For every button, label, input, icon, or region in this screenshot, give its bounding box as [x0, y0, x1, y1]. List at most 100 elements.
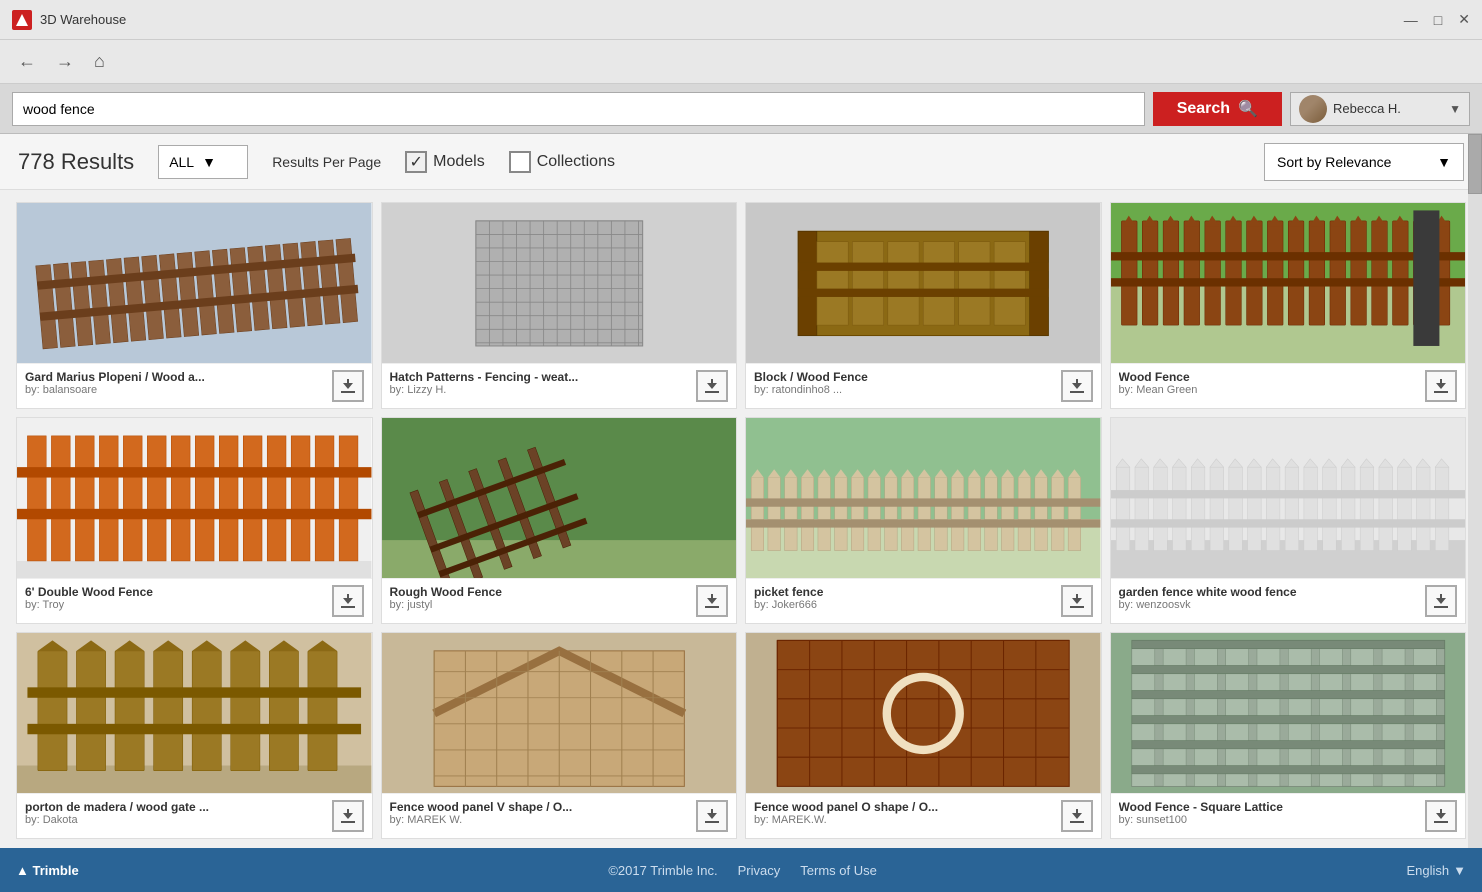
card-item[interactable]: Block / Wood Fence by: ratondinho8 ...: [745, 202, 1102, 409]
card-title: 6' Double Wood Fence: [25, 585, 285, 599]
card-item[interactable]: garden fence white wood fence by: wenzoo…: [1110, 417, 1467, 624]
card-item[interactable]: Wood Fence by: Mean Green: [1110, 202, 1467, 409]
card-author: by: MAREK W.: [390, 814, 650, 826]
nav-bar: ← → ⌂: [0, 40, 1482, 84]
card-thumbnail: [382, 203, 737, 363]
card-info: Fence wood panel O shape / O... by: MARE…: [746, 793, 1101, 838]
download-button[interactable]: [332, 370, 364, 402]
filter-bar: 778 Results ALL ▼ Results Per Page ✓ Mod…: [0, 134, 1482, 190]
card-text: Gard Marius Plopeni / Wood a... by: bala…: [25, 370, 332, 396]
models-label: Models: [433, 153, 485, 171]
card-text: Block / Wood Fence by: ratondinho8 ...: [754, 370, 1061, 396]
download-icon: [339, 377, 357, 395]
card-title: picket fence: [754, 585, 1014, 599]
all-dropdown[interactable]: ALL ▼: [158, 145, 248, 179]
card-item[interactable]: Gard Marius Plopeni / Wood a... by: bala…: [16, 202, 373, 409]
card-text: Wood Fence - Square Lattice by: sunset10…: [1119, 800, 1426, 826]
card-text: garden fence white wood fence by: wenzoo…: [1119, 585, 1426, 611]
card-thumbnail: [382, 633, 737, 793]
download-button[interactable]: [1061, 800, 1093, 832]
forward-button[interactable]: →: [50, 49, 80, 74]
card-item[interactable]: Hatch Patterns - Fencing - weat... by: L…: [381, 202, 738, 409]
download-button[interactable]: [696, 585, 728, 617]
card-author: by: sunset100: [1119, 814, 1379, 826]
main-content: Gard Marius Plopeni / Wood a... by: bala…: [0, 190, 1482, 848]
search-input[interactable]: [12, 92, 1145, 126]
sort-arrow-icon: ▼: [1437, 154, 1451, 170]
download-icon: [1432, 377, 1450, 395]
card-info: 6' Double Wood Fence by: Troy: [17, 578, 372, 623]
sort-dropdown[interactable]: Sort by Relevance ▼: [1264, 143, 1464, 181]
download-icon: [339, 592, 357, 610]
collections-checkbox[interactable]: [509, 151, 531, 173]
scrollbar-thumb[interactable]: [1468, 134, 1482, 194]
download-button[interactable]: [696, 370, 728, 402]
search-button[interactable]: Search 🔍: [1153, 92, 1282, 126]
all-arrow-icon: ▼: [202, 154, 216, 170]
card-title: Gard Marius Plopeni / Wood a...: [25, 370, 285, 384]
card-item[interactable]: Fence wood panel O shape / O... by: MARE…: [745, 632, 1102, 839]
card-item[interactable]: 6' Double Wood Fence by: Troy: [16, 417, 373, 624]
dropdown-arrow-icon: ▼: [1449, 102, 1461, 116]
card-item[interactable]: Wood Fence - Square Lattice by: sunset10…: [1110, 632, 1467, 839]
card-info: Hatch Patterns - Fencing - weat... by: L…: [382, 363, 737, 408]
download-icon: [1068, 592, 1086, 610]
download-icon: [1068, 377, 1086, 395]
window-controls: — □ ✕: [1404, 11, 1470, 28]
collections-filter[interactable]: Collections: [509, 151, 615, 173]
footer-terms-link[interactable]: Terms of Use: [800, 863, 877, 878]
title-bar-left: 3D Warehouse: [12, 10, 126, 30]
card-info: garden fence white wood fence by: wenzoo…: [1111, 578, 1466, 623]
card-text: Fence wood panel V shape / O... by: MARE…: [390, 800, 697, 826]
minimize-button[interactable]: —: [1404, 12, 1418, 28]
card-item[interactable]: Rough Wood Fence by: justyl: [381, 417, 738, 624]
footer-privacy-link[interactable]: Privacy: [738, 863, 781, 878]
download-button[interactable]: [332, 800, 364, 832]
card-author: by: wenzoosvk: [1119, 599, 1379, 611]
search-bar: Search 🔍 Rebecca H. ▼: [0, 84, 1482, 134]
card-item[interactable]: porton de madera / wood gate ... by: Dak…: [16, 632, 373, 839]
download-button[interactable]: [1061, 370, 1093, 402]
card-info: Block / Wood Fence by: ratondinho8 ...: [746, 363, 1101, 408]
models-checkbox[interactable]: ✓: [405, 151, 427, 173]
models-filter[interactable]: ✓ Models: [405, 151, 485, 173]
download-button[interactable]: [332, 585, 364, 617]
avatar: [1299, 95, 1327, 123]
card-author: by: Troy: [25, 599, 285, 611]
download-icon: [1432, 592, 1450, 610]
footer-lang-arrow-icon: ▼: [1453, 863, 1466, 878]
card-thumbnail: [746, 203, 1101, 363]
card-title: Wood Fence: [1119, 370, 1379, 384]
user-dropdown[interactable]: Rebecca H. ▼: [1290, 92, 1470, 126]
footer: ▲ Trimble ©2017 Trimble Inc. Privacy Ter…: [0, 848, 1482, 892]
download-button[interactable]: [1425, 370, 1457, 402]
card-item[interactable]: picket fence by: Joker666: [745, 417, 1102, 624]
download-button[interactable]: [1061, 585, 1093, 617]
back-button[interactable]: ←: [12, 49, 42, 74]
download-icon: [339, 807, 357, 825]
card-text: 6' Double Wood Fence by: Troy: [25, 585, 332, 611]
card-info: Wood Fence by: Mean Green: [1111, 363, 1466, 408]
card-title: Fence wood panel O shape / O...: [754, 800, 1014, 814]
footer-copyright: ©2017 Trimble Inc.: [608, 863, 717, 878]
maximize-button[interactable]: □: [1434, 12, 1442, 28]
card-info: Rough Wood Fence by: justyl: [382, 578, 737, 623]
download-button[interactable]: [1425, 800, 1457, 832]
download-button[interactable]: [696, 800, 728, 832]
download-button[interactable]: [1425, 585, 1457, 617]
card-thumbnail: [1111, 203, 1466, 363]
card-info: Gard Marius Plopeni / Wood a... by: bala…: [17, 363, 372, 408]
home-button[interactable]: ⌂: [88, 49, 111, 74]
scrollbar-track: [1468, 134, 1482, 848]
card-thumbnail: [1111, 633, 1466, 793]
card-title: garden fence white wood fence: [1119, 585, 1379, 599]
card-text: porton de madera / wood gate ... by: Dak…: [25, 800, 332, 826]
card-item[interactable]: Fence wood panel V shape / O... by: MARE…: [381, 632, 738, 839]
download-icon: [1432, 807, 1450, 825]
card-thumbnail: [17, 633, 372, 793]
close-button[interactable]: ✕: [1458, 11, 1470, 28]
results-per-page-label: Results Per Page: [272, 154, 381, 170]
sort-label: Sort by Relevance: [1277, 154, 1429, 170]
title-bar: 3D Warehouse — □ ✕: [0, 0, 1482, 40]
results-grid: Gard Marius Plopeni / Wood a... by: bala…: [16, 202, 1466, 839]
